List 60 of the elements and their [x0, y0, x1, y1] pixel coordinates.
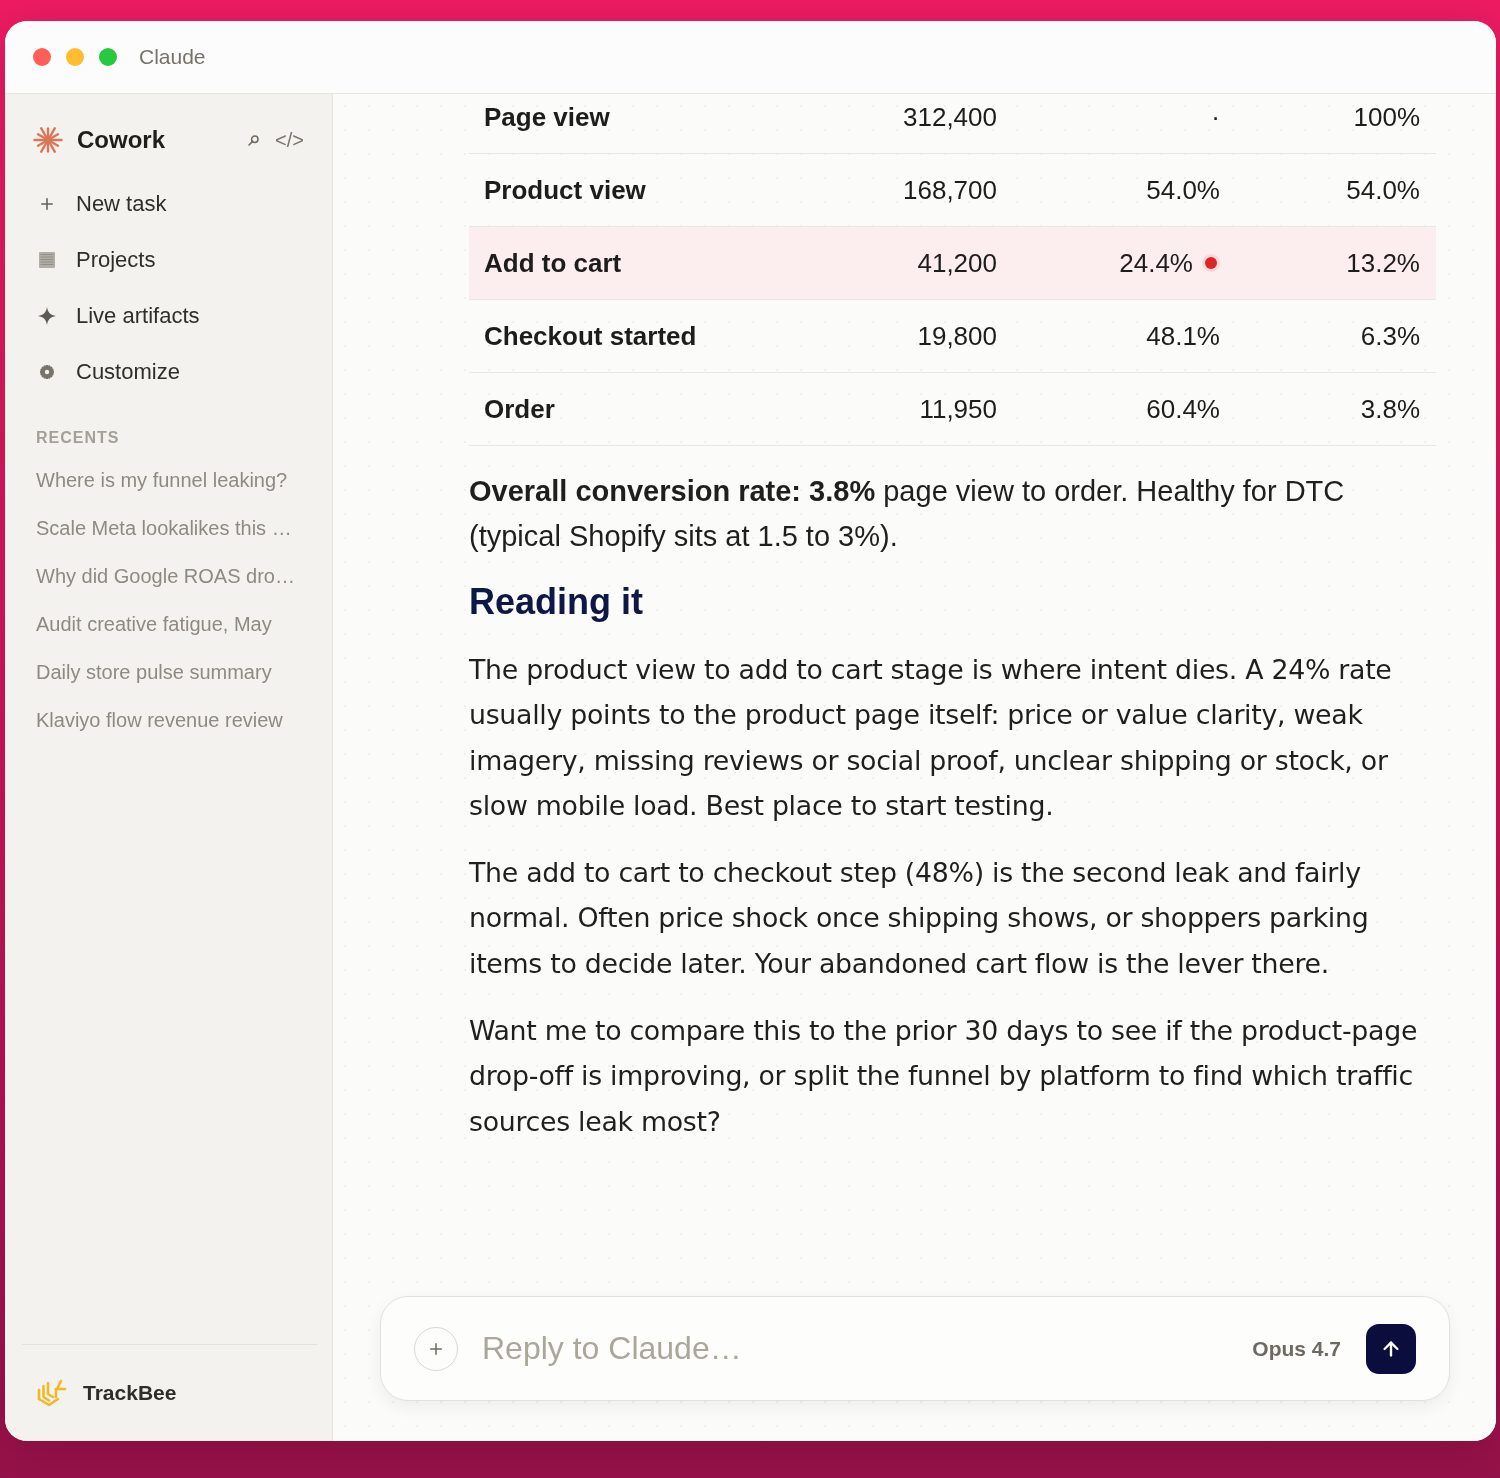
- workspace-button[interactable]: TrackBee: [37, 1378, 177, 1408]
- model-selector[interactable]: Opus 4.7: [1252, 1336, 1341, 1361]
- window-title: Claude: [139, 45, 206, 69]
- starburst-logo-icon: [33, 125, 63, 155]
- nav-item[interactable]: Projects: [5, 232, 332, 288]
- sparkle-icon: [38, 307, 56, 325]
- document-icon: [39, 252, 55, 268]
- table-cell: 6.3%: [1360, 320, 1420, 352]
- table-cell: 19,800: [917, 320, 997, 352]
- plus-icon: [41, 198, 53, 210]
- nav-label: Customize: [76, 359, 180, 385]
- table-cell: Product view: [484, 174, 646, 206]
- settings-icon: [40, 365, 54, 379]
- reply-input[interactable]: Reply to Claude…: [482, 1326, 1253, 1371]
- recent-chat-item[interactable]: Where is my funnel leaking?: [5, 456, 332, 504]
- table-cell: 24.4%: [1119, 247, 1193, 279]
- table-cell: 48.1%: [1146, 320, 1220, 352]
- table-cell: ·: [1211, 101, 1220, 133]
- composer-box[interactable]: Reply to Claude… Opus 4.7: [380, 1296, 1450, 1401]
- table-cell: 41,200: [917, 247, 997, 279]
- workspace-name: TrackBee: [83, 1381, 177, 1405]
- recent-chat-item[interactable]: Why did Google ROAS dro…: [5, 552, 332, 600]
- close-button[interactable]: [33, 48, 51, 66]
- hive-logo-icon: [37, 1378, 67, 1408]
- recent-chat-item[interactable]: Klaviyo flow revenue review: [5, 696, 332, 744]
- table-cell: 54.0%: [1146, 174, 1220, 206]
- section-heading: Reading it: [469, 580, 644, 624]
- section-heading: RECENTS: [36, 428, 121, 448]
- nav-label: Live artifacts: [76, 303, 200, 329]
- table-cell: Page view: [484, 101, 610, 133]
- table-cell: 13.2%: [1346, 247, 1420, 279]
- nav-item[interactable]: New task: [5, 176, 332, 232]
- paragraph: The product view to add to cart stage is where intent dies. A 24% rate usually points to the product page itself: price or value clarity, weak imagery, missing reviews or social proof, unclear shipping or stock, or slow mobile load. Best place to start testing.: [469, 653, 1393, 823]
- recent-chat-item[interactable]: Scale Meta lookalikes this …: [5, 504, 332, 552]
- table-cell: 3.8%: [1360, 393, 1420, 425]
- table-cell: 11,950: [919, 393, 997, 425]
- nav-item[interactable]: Customize: [5, 344, 332, 400]
- table-cell: 60.4%: [1146, 393, 1220, 425]
- table-cell: 54.0%: [1346, 174, 1420, 206]
- nav-label: New task: [76, 191, 167, 217]
- search-icon: [248, 134, 260, 146]
- zoom-button[interactable]: [99, 48, 117, 66]
- send-button[interactable]: [1366, 1323, 1416, 1374]
- table-cell: 312,400: [903, 101, 997, 133]
- recent-chat-item[interactable]: Daily store pulse summary: [5, 648, 332, 696]
- nav-item[interactable]: Live artifacts: [5, 288, 332, 344]
- recent-chat-item[interactable]: Audit creative fatigue, May: [5, 600, 332, 648]
- brand-name: Cowork: [77, 126, 165, 154]
- search-button[interactable]: [248, 134, 260, 146]
- paragraph: The add to cart to checkout step (48%) is the second leak and fairly normal. Often price shock once shipping shows, or shoppers parking items to decide later. Your abandoned cart flow is the lever there.: [469, 856, 1370, 981]
- table-cell: Add to cart: [484, 247, 622, 279]
- table-cell: Order: [484, 393, 555, 425]
- table-cell: 168,700: [903, 174, 997, 206]
- minimize-button[interactable]: [66, 48, 84, 66]
- code-button[interactable]: </>: [275, 128, 304, 152]
- paragraph: Want me to compare this to the prior 30 days to see if the product-page drop-off is improving, or split the funnel by platform to find which traffic sources leak most?: [469, 1014, 1419, 1139]
- table-cell: 100%: [1353, 101, 1420, 133]
- nav-label: Projects: [76, 247, 156, 273]
- summary-text: Overall conversion rate: 3.8% page view to order. Healthy for DTC (typical Shopify sits at 1.5 to 3%).: [469, 474, 1346, 554]
- table-cell: Checkout started: [484, 320, 697, 352]
